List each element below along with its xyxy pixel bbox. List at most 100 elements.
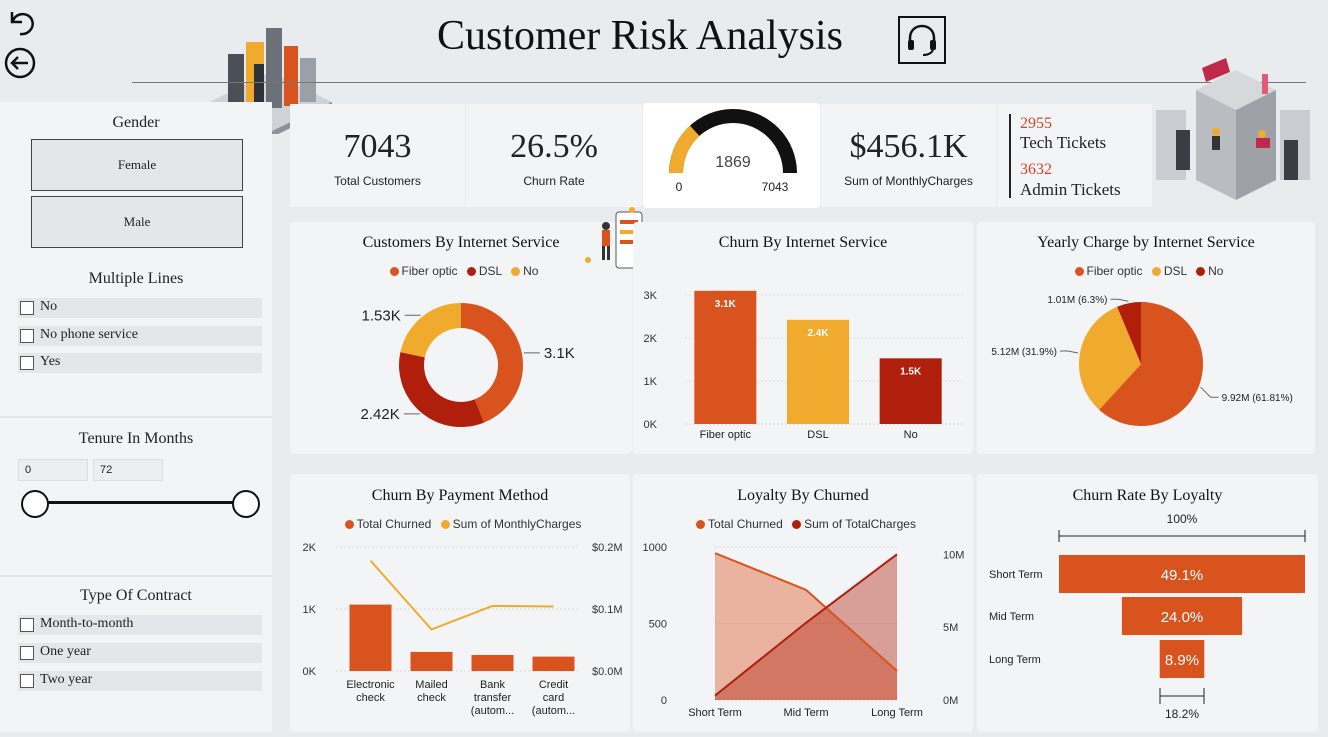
tickets-divider xyxy=(1009,114,1011,198)
tenure-slider-track[interactable] xyxy=(34,501,246,504)
y-tick-label-right: $0.2M xyxy=(592,542,623,554)
bar xyxy=(410,651,453,671)
tech-tickets-value: 2955 xyxy=(1020,115,1052,132)
funnel-value-label: 8.9% xyxy=(1165,652,1199,669)
area-chart: 0 500 1000 0M 5M 10M Short Term Mid Term Long Te… xyxy=(643,542,965,719)
multiple-lines-title: Multiple Lines xyxy=(88,270,184,287)
line-series xyxy=(369,559,554,631)
kpi-tickets: 2955 Tech Tickets 3632 Admin Tickets xyxy=(997,104,1152,207)
y-tick-label-right: $0.0M xyxy=(592,666,623,678)
admin-tickets-value: 3632 xyxy=(1020,161,1052,178)
y-tick-label-right: 10M xyxy=(943,549,964,561)
funnel-category-label: Long Term xyxy=(989,654,1041,666)
y-tick-label-left: 0 xyxy=(661,695,667,707)
gender-filter-title: Gender xyxy=(112,114,160,131)
undo-icon[interactable] xyxy=(4,4,38,38)
contract-title: Type Of Contract xyxy=(80,587,192,604)
header-divider xyxy=(132,82,1306,83)
multiple-lines-option-no[interactable]: No xyxy=(18,298,262,318)
leader-line xyxy=(1200,386,1219,398)
x-tick-label: Short Term xyxy=(688,707,742,719)
gauge-fill xyxy=(669,125,700,174)
x-tick-label: Bank xyxy=(480,679,506,691)
chart-yearly-charge: Yearly Charge by Internet Service Fiber … xyxy=(977,222,1315,454)
data-label: 9.92M (61.81%) xyxy=(1222,393,1293,404)
bar-chart: 0K 1K 2K 3K 3.1K Fiber optic 2.4K DSL 1.5K No xyxy=(644,290,963,441)
funnel-value-label: 49.1% xyxy=(1161,567,1204,584)
gender-female-button[interactable]: Female xyxy=(31,139,243,191)
tenure-slider-min-handle[interactable] xyxy=(21,490,49,518)
x-tick-label: card xyxy=(543,692,564,704)
y-tick-label-left: 0K xyxy=(303,666,317,678)
x-tick-label: Credit xyxy=(539,679,568,691)
multiple-lines-option-no-phone[interactable]: No phone service xyxy=(18,326,262,346)
bar xyxy=(349,604,392,671)
y-tick-label-left: 2K xyxy=(303,542,317,554)
leader-line xyxy=(1059,350,1079,354)
x-tick-label: (autom... xyxy=(471,705,514,717)
y-tick-label-left: 1000 xyxy=(643,542,667,554)
panel-divider xyxy=(0,416,272,418)
kpi-label: Churn Rate xyxy=(523,174,585,188)
funnel-category-label: Short Term xyxy=(989,569,1043,581)
datacenter-illustration xyxy=(1156,50,1312,200)
top-label: 100% xyxy=(1167,512,1198,526)
y-tick-label-right: $0.1M xyxy=(592,604,623,616)
y-tick-label-left: 500 xyxy=(649,619,667,631)
kpi-total-customers: 7043 Total Customers xyxy=(290,104,465,207)
chart-churn-rate-by-loyalty: Churn Rate By Loyalty 100% 49.1% Short Ter… xyxy=(977,474,1318,732)
x-tick-label: No xyxy=(904,429,918,441)
y-tick-label: 3K xyxy=(644,290,658,302)
tenure-min-input[interactable]: 0 xyxy=(18,459,88,481)
checkbox-icon[interactable] xyxy=(20,646,34,660)
x-tick-label: Fiber optic xyxy=(700,429,752,441)
gender-male-button[interactable]: Male xyxy=(31,196,243,248)
checkbox-icon[interactable] xyxy=(20,301,34,315)
contract-option-one-year[interactable]: One year xyxy=(18,643,262,663)
panel-divider xyxy=(0,575,272,577)
contract-option-two-year[interactable]: Two year xyxy=(18,671,262,691)
checkbox-icon[interactable] xyxy=(20,618,34,632)
y-tick-label: 1K xyxy=(644,376,658,388)
y-tick-label-right: 5M xyxy=(943,622,958,634)
chart-churn-by-payment: Churn By Payment Method Total Churned Su… xyxy=(290,474,630,732)
combo-chart: 0K $0.0M1K $0.1M2K $0.2MElectroniccheckMail… xyxy=(303,542,623,717)
y-tick-label-right: 0M xyxy=(943,695,958,707)
tenure-slider-max-handle[interactable] xyxy=(232,490,260,518)
checkbox-icon[interactable] xyxy=(20,356,34,370)
chart-loyalty-by-churned: Loyalty By Churned Total Churned Sum of … xyxy=(633,474,973,732)
data-label: 1.01M (6.3%) xyxy=(1047,295,1107,306)
funnel-category-label: Mid Term xyxy=(989,611,1034,623)
x-tick-label: transfer xyxy=(474,692,512,704)
data-label: 2.42K xyxy=(361,406,400,423)
page-title: Customer Risk Analysis xyxy=(436,13,844,59)
bottom-label: 18.2% xyxy=(1165,707,1199,721)
contract-option-month[interactable]: Month-to-month xyxy=(18,615,262,635)
checkbox-icon[interactable] xyxy=(20,674,34,688)
y-tick-label-left: 1K xyxy=(303,604,317,616)
bar-value-label: 2.4K xyxy=(807,328,829,339)
donut-hole xyxy=(424,328,498,402)
y-tick-label: 2K xyxy=(644,333,658,345)
checkbox-icon[interactable] xyxy=(20,329,34,343)
data-label: 5.12M (31.9%) xyxy=(991,347,1057,358)
kpi-value: 26.5% xyxy=(510,128,598,165)
bar xyxy=(694,290,757,424)
bottom-bracket xyxy=(1159,688,1205,704)
kpi-value: 7043 xyxy=(343,128,412,165)
multiple-lines-option-yes[interactable]: Yes xyxy=(18,353,262,373)
kpi-monthly-charges: $456.1K Sum of MonthlyCharges xyxy=(821,104,996,207)
gauge-value: 1869 xyxy=(715,154,751,171)
x-tick-label: Long Term xyxy=(871,707,923,719)
x-tick-label: Mailed xyxy=(415,679,447,691)
bar xyxy=(471,655,514,671)
kpi-value: $456.1K xyxy=(849,128,968,165)
x-tick-label: Mid Term xyxy=(783,707,828,719)
back-arrow-icon[interactable] xyxy=(3,46,37,80)
tenure-max-input[interactable]: 72 xyxy=(93,459,163,481)
tenure-title: Tenure In Months xyxy=(78,430,194,447)
headset-icon[interactable] xyxy=(898,16,946,64)
gauge-min: 0 xyxy=(676,180,683,194)
leader-line xyxy=(1110,298,1129,302)
pie-chart: 9.92M (61.81%) 5.12M (31.9%) 1.01M (6.3%) xyxy=(991,295,1293,426)
